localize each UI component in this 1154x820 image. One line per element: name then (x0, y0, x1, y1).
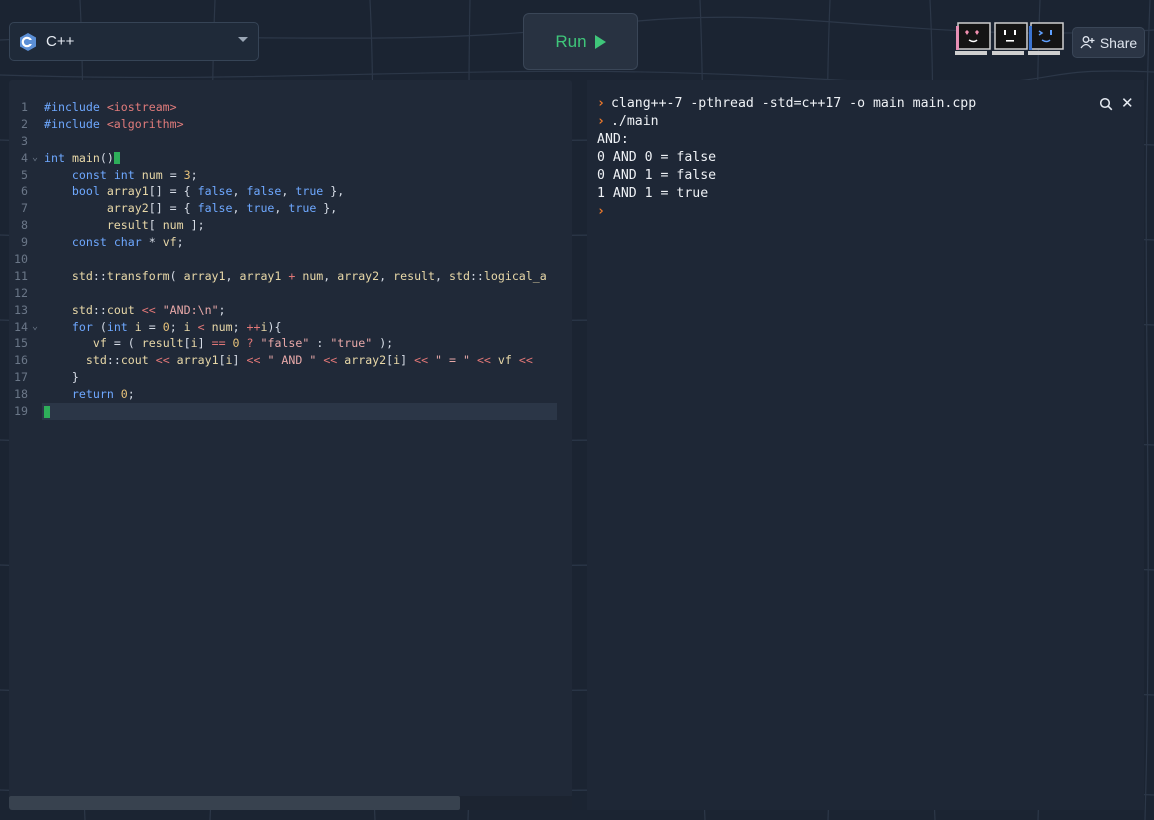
code-text: } (71, 370, 79, 385)
horizontal-scrollbar-thumb[interactable] (9, 796, 460, 810)
code-line[interactable]: 16 std::cout << array1[i] << " AND " << … (9, 352, 572, 369)
line-number: 18 (14, 387, 28, 402)
code-text: bool array1[] = { false, false, true }, (71, 184, 345, 199)
run-button[interactable]: Run (523, 13, 638, 70)
share-button[interactable]: Share (1072, 27, 1145, 58)
line-number: 3 (21, 133, 28, 148)
terminal-line: 0 AND 1 = false (597, 167, 976, 185)
play-icon (594, 34, 606, 49)
terminal-line: AND: (597, 131, 976, 149)
heart-eyes-computer-avatar[interactable] (955, 22, 991, 58)
prompt-chevron-icon: › (597, 114, 605, 129)
code-text: for (int i = 0; i < num; ++i){ (71, 319, 282, 334)
neutral-face-computer-avatar[interactable] (992, 22, 1028, 58)
line-number: 8 (21, 218, 28, 233)
code-line[interactable]: 13 std::cout << "AND:\n"; (9, 302, 572, 319)
code-line[interactable]: 5 const int num = 3; (9, 167, 572, 184)
text-cursor (44, 405, 50, 418)
text-cursor (113, 152, 120, 165)
wink-face-computer-avatar[interactable] (1028, 22, 1064, 58)
code-line[interactable]: 19 (9, 403, 572, 420)
code-line[interactable]: 17 } (9, 369, 572, 386)
line-number: 5 (21, 167, 28, 182)
line-number: 12 (14, 285, 28, 300)
line-number: 13 (14, 302, 28, 317)
line-number: 16 (14, 353, 28, 368)
terminal-line: › ./main (597, 113, 976, 131)
terminal-console[interactable]: › clang++-7 -pthread -std=c++17 -o main m… (587, 80, 1144, 810)
language-selector[interactable]: C++ (9, 22, 259, 61)
prompt-chevron-icon: › (597, 96, 605, 111)
code-line[interactable]: 2 #include <algorithm> (9, 116, 572, 133)
add-user-icon (1080, 36, 1095, 49)
line-number: 10 (14, 252, 28, 267)
terminal-line: › clang++-7 -pthread -std=c++17 -o main m… (597, 95, 976, 113)
terminal-line: › (597, 203, 976, 221)
code-text: result[ num ]; (106, 218, 205, 233)
line-number: 9 (21, 235, 28, 250)
code-line[interactable]: 14 ⌄ for (int i = 0; i < num; ++i){ (9, 319, 572, 336)
line-number: 2 (21, 116, 28, 131)
chevron-down-icon (238, 37, 248, 42)
code-line[interactable]: 8 result[ num ]; (9, 217, 572, 234)
line-number: 4 (21, 150, 28, 165)
terminal-line-text: 1 AND 1 = true (597, 186, 709, 201)
terminal-line-text: AND: (597, 132, 629, 147)
search-icon[interactable] (1099, 97, 1113, 111)
language-label: C++ (46, 33, 75, 50)
cpp-logo-icon (20, 32, 36, 51)
close-icon[interactable]: ✕ (1121, 94, 1134, 112)
line-number: 6 (21, 184, 28, 199)
code-text: std::cout << array1[i] << " AND " << arr… (85, 353, 533, 368)
code-text: return 0; (71, 387, 135, 402)
code-line[interactable]: 7 array2[] = { false, true, true }, (9, 200, 572, 217)
active-line-highlight (42, 403, 557, 420)
code-text: #include <algorithm> (44, 116, 184, 131)
terminal-line-text: clang++-7 -pthread -std=c++17 -o main ma… (610, 96, 977, 111)
terminal-line-text: 0 AND 0 = false (597, 150, 717, 165)
line-number: 1 (21, 100, 28, 114)
code-text: const char * vf; (71, 235, 184, 250)
prompt-chevron-icon: › (597, 204, 605, 219)
line-number: 14 (14, 319, 28, 334)
code-line[interactable]: 6 bool array1[] = { false, false, true }… (9, 183, 572, 200)
code-text (44, 403, 50, 420)
code-line[interactable]: 12 (9, 285, 572, 302)
code-text: std::transform( array1, array1 + num, ar… (71, 268, 547, 283)
code-text: array2[] = { false, true, true }, (106, 201, 338, 216)
code-editor[interactable]: 1 #include <iostream> 2 #include <algorithm… (9, 80, 572, 810)
fold-chevron-icon[interactable]: ⌄ (32, 150, 38, 167)
terminal-output: › clang++-7 -pthread -std=c++17 -o main m… (597, 95, 976, 221)
terminal-line-text: 0 AND 1 = false (597, 168, 717, 183)
code-text: int main() (44, 150, 120, 167)
code-line[interactable]: 3 (9, 133, 572, 150)
code-line[interactable]: 11 std::transform( array1, array1 + num,… (9, 268, 572, 285)
code-text: #include <iostream> (44, 100, 177, 114)
code-text: std::cout << "AND:\n"; (71, 302, 226, 317)
code-line[interactable]: 15 vf = ( result[i] == 0 ? "false" : "tr… (9, 335, 572, 352)
run-label: Run (555, 31, 587, 51)
line-number: 17 (14, 370, 28, 385)
terminal-line: 0 AND 0 = false (597, 149, 976, 167)
line-number: 11 (14, 268, 28, 283)
line-number: 7 (21, 201, 28, 216)
terminal-line-text: ./main (610, 114, 659, 129)
line-number: 19 (14, 404, 28, 419)
code-line[interactable]: 4 ⌄ int main() (9, 150, 572, 167)
code-text: vf = ( result[i] == 0 ? "false" : "true"… (92, 336, 394, 351)
code-line[interactable]: 9 const char * vf; (9, 234, 572, 251)
share-label: Share (1099, 34, 1138, 51)
line-number: 15 (14, 336, 28, 351)
code-lines: 1 #include <iostream> 2 #include <algorithm… (9, 99, 572, 420)
code-line[interactable]: 18 return 0; (9, 386, 572, 403)
terminal-line: 1 AND 1 = true (597, 185, 976, 203)
code-line[interactable]: 10 (9, 251, 572, 268)
code-line[interactable]: 1 #include <iostream> (9, 99, 572, 116)
fold-chevron-icon[interactable]: ⌄ (32, 319, 38, 336)
code-text: const int num = 3; (71, 167, 198, 182)
